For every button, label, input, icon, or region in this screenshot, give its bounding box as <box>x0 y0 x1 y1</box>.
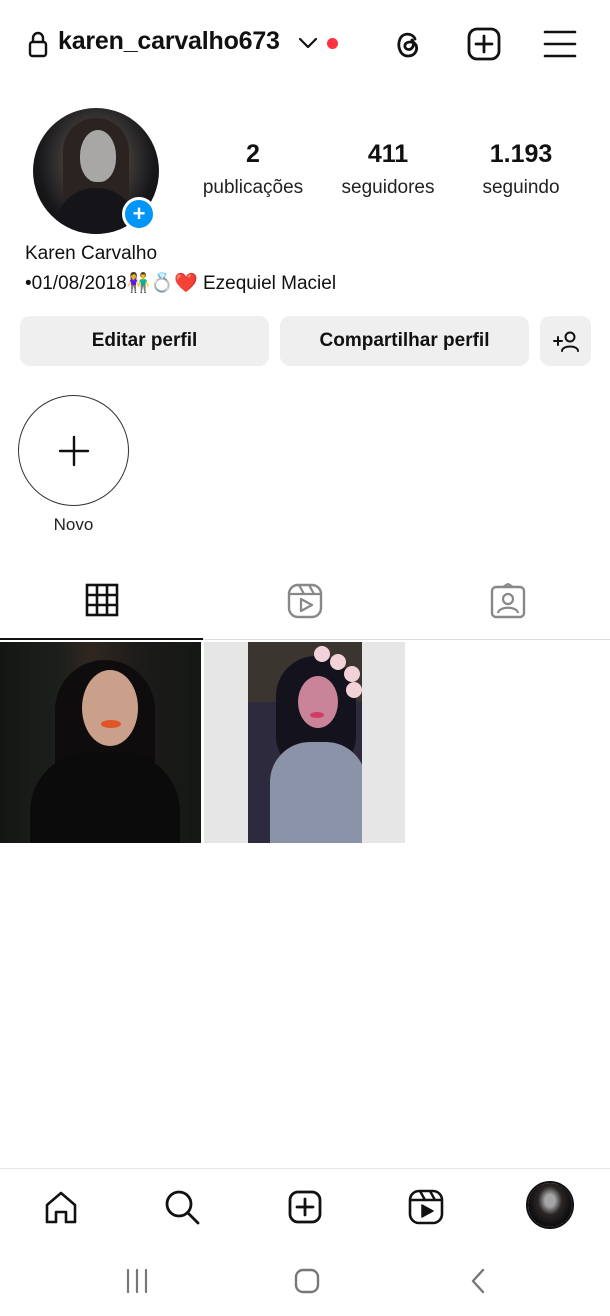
discover-people-button[interactable] <box>540 316 591 366</box>
lock-icon <box>28 31 48 58</box>
tab-tagged[interactable] <box>406 562 609 639</box>
nav-create[interactable] <box>285 1187 325 1227</box>
plus-icon <box>58 435 89 466</box>
followers-label: seguidores <box>341 177 435 198</box>
back-icon <box>471 1268 485 1294</box>
stat-posts[interactable]: 2 publicações <box>192 140 314 199</box>
menu-icon[interactable] <box>542 26 578 62</box>
search-icon <box>165 1190 200 1225</box>
system-back-button[interactable] <box>461 1264 495 1298</box>
nav-reels[interactable] <box>406 1187 446 1227</box>
tab-posts[interactable] <box>0 562 203 640</box>
post-thumbnail[interactable] <box>0 642 201 843</box>
tagged-icon <box>490 582 525 618</box>
new-highlight-label: Novo <box>53 515 94 534</box>
system-navigation-bar <box>0 1244 610 1316</box>
add-person-icon <box>552 331 579 352</box>
recent-apps-button[interactable] <box>120 1264 154 1298</box>
home-icon <box>45 1191 77 1224</box>
notification-dot <box>327 38 338 49</box>
posts-label: publicações <box>202 177 304 198</box>
chevron-down-icon[interactable] <box>297 34 319 52</box>
stat-followers[interactable]: 411 seguidores <box>330 140 446 199</box>
bio-text: •01/08/2018👫💍❤️ Ezequiel Maciel <box>25 273 337 294</box>
following-label: seguindo <box>482 177 560 198</box>
reels-icon <box>408 1189 444 1225</box>
username-switcher[interactable]: karen_carvalho673 <box>58 27 280 56</box>
add-story-icon[interactable]: + <box>122 197 156 231</box>
recent-apps-icon <box>126 1268 148 1294</box>
profile-avatar[interactable]: + <box>33 108 159 234</box>
avatar <box>528 1183 572 1227</box>
create-icon <box>288 1190 322 1224</box>
grid-icon <box>85 583 118 617</box>
new-highlight-button[interactable] <box>18 395 129 506</box>
posts-count: 2 <box>246 140 260 168</box>
edit-profile-button[interactable]: Editar perfil <box>20 316 269 366</box>
top-bar: karen_carvalho673 <box>0 0 610 88</box>
following-count: 1.193 <box>489 140 553 168</box>
nav-profile-avatar[interactable] <box>526 1181 574 1229</box>
tab-reels[interactable] <box>203 562 406 639</box>
create-icon[interactable] <box>466 26 502 62</box>
display-name: Karen Carvalho <box>25 243 158 264</box>
nav-search[interactable] <box>162 1187 202 1227</box>
post-thumbnail[interactable] <box>204 642 405 843</box>
home-button-icon <box>294 1268 320 1294</box>
reels-icon <box>287 583 322 618</box>
profile-tabs <box>0 562 610 640</box>
threads-icon[interactable] <box>390 26 426 62</box>
bottom-navigation <box>0 1168 610 1244</box>
followers-count: 411 <box>367 140 409 168</box>
system-home-button[interactable] <box>290 1264 324 1298</box>
nav-home[interactable] <box>41 1187 81 1227</box>
profile-screen: karen_carvalho673 + 2 publicações 411 se… <box>0 0 610 1316</box>
stat-following[interactable]: 1.193 seguindo <box>468 140 574 199</box>
share-profile-button[interactable]: Compartilhar perfil <box>280 316 529 366</box>
